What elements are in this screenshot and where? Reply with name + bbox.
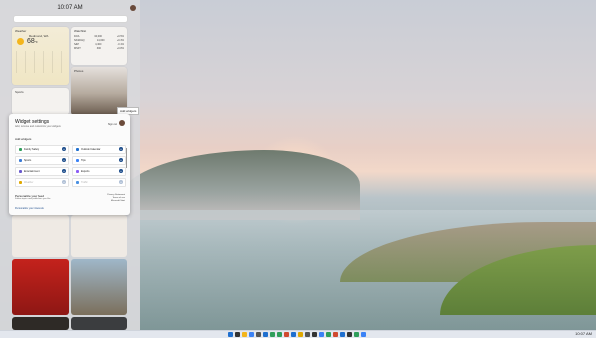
widget-item-family-safety[interactable]: Family Safety + <box>15 145 69 154</box>
photos-title: Photos <box>74 69 84 73</box>
news-card[interactable] <box>12 215 69 257</box>
widget-icon <box>19 181 22 184</box>
stock-name: MSFT <box>74 47 81 50</box>
stock-change: +0.8% <box>116 47 124 50</box>
tray-time: 10:07 AM <box>575 331 592 336</box>
widget-icon <box>19 170 22 173</box>
taskbar-app-icon[interactable] <box>228 332 233 337</box>
add-widgets-label: Add widgets <box>15 137 32 141</box>
taskbar-icons <box>228 332 366 337</box>
avatar[interactable] <box>119 120 125 126</box>
taskbar-app-icon[interactable] <box>312 332 317 337</box>
add-icon[interactable]: + <box>62 180 66 184</box>
widget-item-label: Outlook Calendar <box>81 148 101 151</box>
taskbar-app-icon[interactable] <box>347 332 352 337</box>
taskbar-app-icon[interactable] <box>242 332 247 337</box>
widget-item-entertainment[interactable]: Entertainment + <box>15 167 69 176</box>
dialog-subtitle: Add, remove and customize your widgets <box>15 125 61 128</box>
taskbar-app-icon[interactable] <box>319 332 324 337</box>
widgets-time: 10:07 AM <box>57 5 83 11</box>
widget-item-tips[interactable]: Tips + <box>72 156 126 165</box>
privacy-links: Privacy Statement Terms of use Microsoft… <box>107 194 125 203</box>
taskbar-app-icon[interactable] <box>361 332 366 337</box>
widget-item-label: Traffic <box>81 181 88 184</box>
widget-icon <box>76 181 79 184</box>
widget-item-weather[interactable]: Weather + <box>15 178 69 187</box>
search-input[interactable] <box>13 15 128 23</box>
taskbar-app-icon[interactable] <box>291 332 296 337</box>
personalize-link[interactable]: Personalize your interests <box>15 207 44 210</box>
sun-icon <box>17 38 24 45</box>
taskbar-app-icon[interactable] <box>277 332 282 337</box>
widget-icon <box>76 170 79 173</box>
news-card[interactable] <box>71 259 127 315</box>
taskbar-app-icon[interactable] <box>284 332 289 337</box>
widget-item-label: Tips <box>81 159 86 162</box>
sign-out-link[interactable]: Sign out <box>108 123 117 126</box>
watchlist-widget[interactable]: Watchlist DJIA 34,000 +0.5% NASDAQ 14,000 +0.… <box>71 27 127 65</box>
taskbar-app-icon[interactable] <box>256 332 261 337</box>
add-icon[interactable]: + <box>119 147 123 151</box>
widget-item-sports[interactable]: Sports + <box>15 156 69 165</box>
add-icon[interactable]: + <box>62 169 66 173</box>
weather-temp: 68°F <box>27 38 38 45</box>
taskbar-app-icon[interactable] <box>249 332 254 337</box>
stock-row[interactable]: MSFT 300 +0.8% <box>71 47 127 51</box>
widget-item-label: Weather <box>24 181 34 184</box>
avatar[interactable] <box>130 5 136 11</box>
news-card[interactable] <box>71 317 127 330</box>
taskbar-app-icon[interactable] <box>354 332 359 337</box>
taskbar-app-icon[interactable] <box>305 332 310 337</box>
start-link[interactable]: Microsoft Start <box>107 200 125 203</box>
widget-icon <box>19 148 22 151</box>
widget-item-esports[interactable]: Esports + <box>72 167 126 176</box>
add-icon[interactable]: + <box>119 169 123 173</box>
add-icon[interactable]: + <box>119 158 123 162</box>
widget-icon <box>19 159 22 162</box>
add-icon[interactable]: + <box>62 147 66 151</box>
widget-item-label: Family Safety <box>24 148 40 151</box>
sports-title: Sports <box>15 90 24 94</box>
widget-settings-dialog: Widget settings Add, remove and customiz… <box>9 114 130 215</box>
system-tray[interactable]: 10:07 AM <box>575 331 592 336</box>
watchlist-title: Watchlist <box>74 29 87 33</box>
widget-item-label: Entertainment <box>24 170 40 173</box>
stock-value: 300 <box>96 47 101 50</box>
taskbar-app-icon[interactable] <box>340 332 345 337</box>
taskbar-app-icon[interactable] <box>333 332 338 337</box>
feed-description: Follow topics and publishers you like <box>15 198 51 200</box>
taskbar-app-icon[interactable] <box>298 332 303 337</box>
news-card[interactable] <box>12 317 69 330</box>
news-card[interactable] <box>71 215 127 257</box>
sports-widget[interactable]: Sports <box>12 88 69 115</box>
widget-item-outlook-calendar[interactable]: Outlook Calendar + <box>72 145 126 154</box>
widget-icon <box>76 148 79 151</box>
widget-icon <box>76 159 79 162</box>
forecast-grid <box>16 51 65 73</box>
widget-item-label: Esports <box>81 170 90 173</box>
add-icon[interactable]: + <box>119 180 123 184</box>
add-icon[interactable]: + <box>62 158 66 162</box>
taskbar-app-icon[interactable] <box>270 332 275 337</box>
taskbar-app-icon[interactable] <box>235 332 240 337</box>
taskbar-app-icon[interactable] <box>263 332 268 337</box>
taskbar-app-icon[interactable] <box>326 332 331 337</box>
widget-item-label: Sports <box>24 159 32 162</box>
scrollbar[interactable] <box>126 148 127 168</box>
weather-widget[interactable]: Weather Redmond, WA 68°F <box>12 27 69 85</box>
news-card[interactable] <box>12 259 69 315</box>
widget-item-traffic[interactable]: Traffic + <box>72 178 126 187</box>
